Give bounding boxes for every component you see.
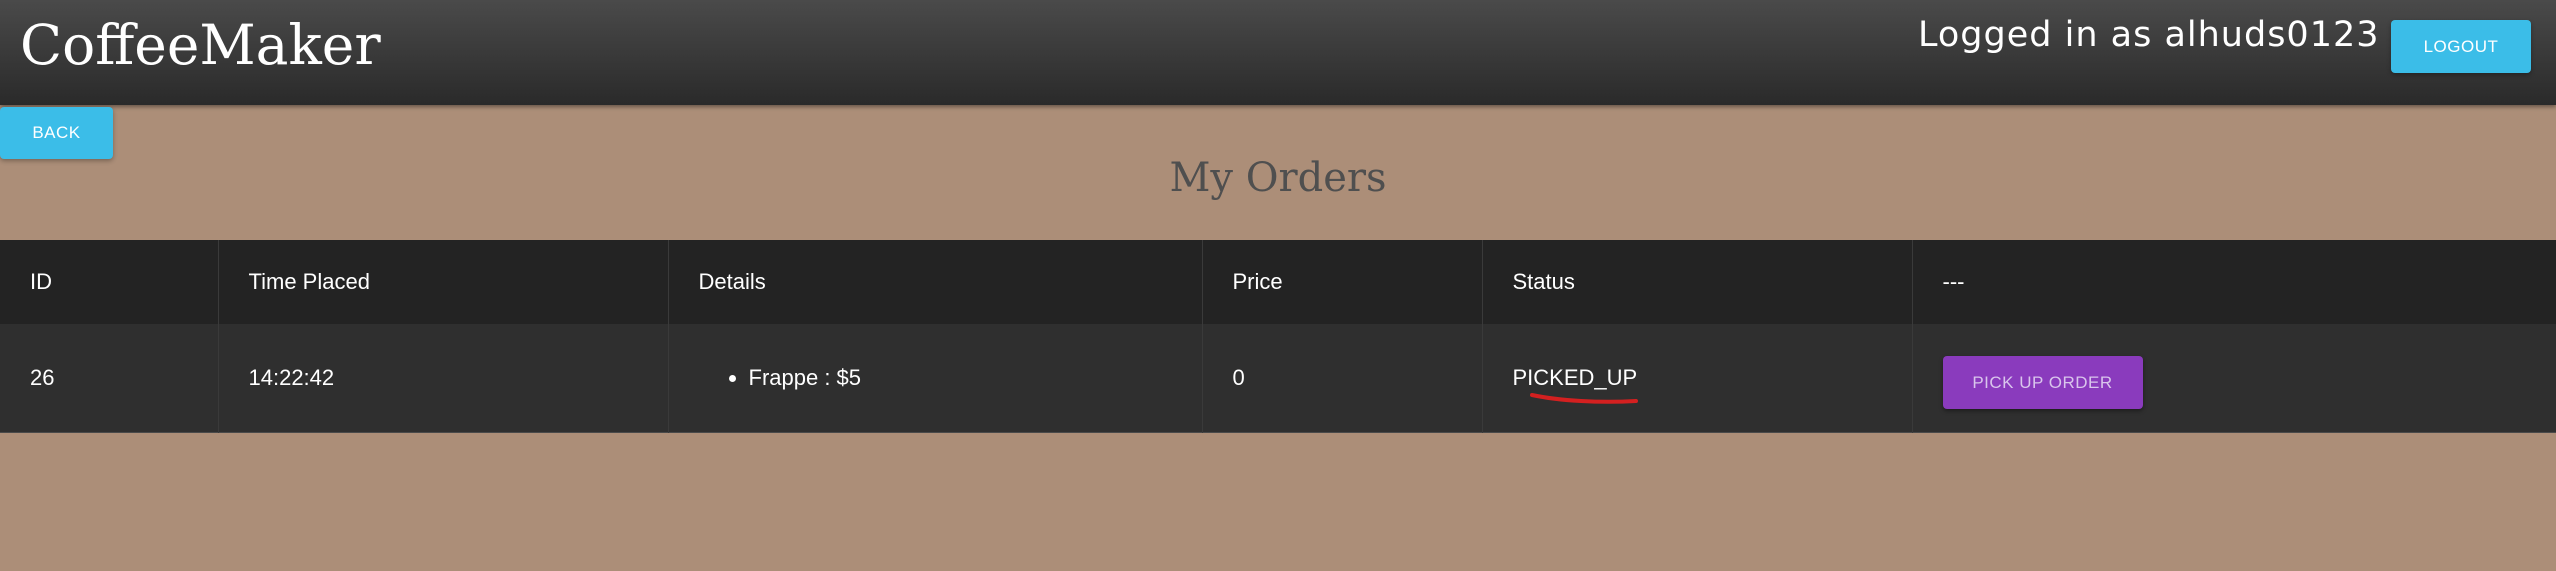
order-details-cell: Frappe : $5 — [668, 324, 1203, 432]
logout-button[interactable]: LOGOUT — [2391, 20, 2531, 73]
order-price-cell: 0 — [1202, 324, 1483, 432]
page-title: My Orders — [1169, 155, 1387, 201]
column-header-time-placed: Time Placed — [218, 240, 669, 324]
order-time-cell: 14:22:42 — [218, 324, 669, 432]
column-header-id: ID — [0, 240, 219, 324]
order-action-cell: PICK UP ORDER — [1912, 324, 2556, 432]
app-header: CoffeeMaker Logged in as alhuds0123 LOGO… — [0, 0, 2556, 105]
logged-in-status: Logged in as alhuds0123 — [1918, 15, 2380, 55]
table-row: 26 14:22:42 Frappe : $5 0 PICKED_UP PICK… — [0, 324, 2556, 432]
status-underline-annotation — [1530, 393, 1638, 404]
order-status-cell: PICKED_UP — [1482, 324, 1913, 432]
column-header-status: Status — [1482, 240, 1913, 324]
pick-up-order-button[interactable]: PICK UP ORDER — [1942, 356, 2143, 410]
order-detail-item: Frappe : $5 — [749, 365, 1202, 391]
order-id-cell: 26 — [0, 324, 219, 432]
order-details-list: Frappe : $5 — [699, 365, 1202, 391]
app-brand: CoffeeMaker — [20, 13, 381, 77]
back-button[interactable]: BACK — [0, 107, 113, 159]
orders-table: ID Time Placed Details Price Status --- … — [0, 240, 2556, 433]
column-header-actions: --- — [1942, 269, 1965, 294]
column-header-price: Price — [1202, 240, 1483, 324]
table-header-row: ID Time Placed Details Price Status --- — [0, 240, 2556, 324]
column-header-details: Details — [668, 240, 1203, 324]
